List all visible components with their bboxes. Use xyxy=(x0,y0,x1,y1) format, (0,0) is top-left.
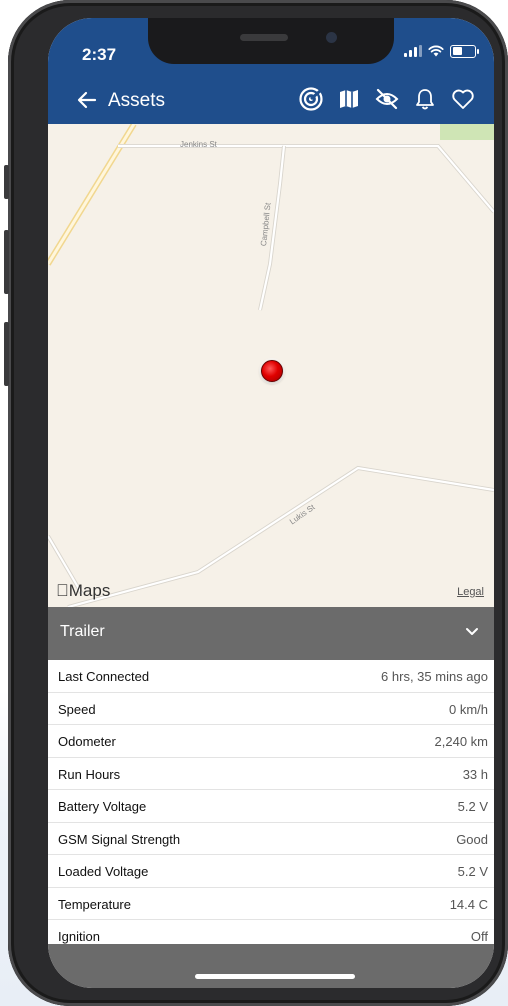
chevron-down-icon[interactable] xyxy=(464,623,480,639)
detail-label: Run Hours xyxy=(58,766,121,782)
map-view[interactable]: Jenkins St Campbell St Lukis St Maps Le… xyxy=(48,124,494,607)
app-header: 2:37 Assets xyxy=(48,18,494,124)
volume-up-button xyxy=(4,230,9,294)
detail-value: 33 h xyxy=(462,766,488,782)
detail-value: Good xyxy=(456,831,488,847)
detail-label: Odometer xyxy=(58,734,116,749)
detail-value: 14.4 C xyxy=(449,896,488,912)
status-icons xyxy=(404,43,479,59)
detail-row-loaded-voltage: Loaded Voltage 5.2 V xyxy=(48,855,494,888)
maps-logo-text: Maps xyxy=(56,581,111,600)
bell-icon[interactable] xyxy=(412,86,438,112)
detail-value: 6 hrs, 35 mins ago xyxy=(381,669,488,684)
detail-label: Last Connected xyxy=(58,669,150,684)
phone-screen: 2:37 Assets Jenkins St Campbell St Lukis… xyxy=(48,18,494,988)
apple-logo-icon:  xyxy=(56,581,69,600)
wifi-icon xyxy=(428,45,444,57)
asset-location-pin[interactable] xyxy=(261,360,283,382)
detail-value: 2,240 km xyxy=(434,734,488,749)
detail-label: Temperature xyxy=(58,896,131,912)
status-time: 2:37 xyxy=(82,45,117,64)
camera xyxy=(326,32,337,43)
detail-label: GSM Signal Strength xyxy=(58,831,181,847)
radar-icon[interactable] xyxy=(298,86,324,112)
volume-down-button xyxy=(4,322,9,386)
detail-label: Loaded Voltage xyxy=(58,864,149,879)
detail-label: Battery Voltage xyxy=(58,799,147,814)
bottom-bar xyxy=(48,944,494,988)
detail-value: 5.2 V xyxy=(457,799,488,814)
detail-row-temperature: Temperature 14.4 C xyxy=(48,888,494,920)
heart-icon[interactable] xyxy=(450,86,476,112)
back-label[interactable]: Assets xyxy=(108,90,165,112)
battery-icon xyxy=(450,44,479,58)
detail-row-battery-voltage: Battery Voltage 5.2 V xyxy=(48,790,494,823)
notch xyxy=(148,18,394,64)
legal-link[interactable]: Legal xyxy=(457,586,484,598)
detail-value: 0 km/h xyxy=(448,701,488,717)
detail-value: Off xyxy=(470,929,488,944)
detail-value: 5.2 V xyxy=(457,864,488,879)
asset-panel-header[interactable]: Trailer xyxy=(48,607,494,660)
detail-row-gsm-signal: GSM Signal Strength Good xyxy=(48,823,494,855)
nav-bar: Assets xyxy=(48,82,494,120)
speaker xyxy=(240,34,288,41)
maps-logo: Maps xyxy=(56,581,110,601)
detail-row-last-connected: Last Connected 6 hrs, 35 mins ago xyxy=(48,660,494,693)
asset-details-list: Last Connected 6 hrs, 35 mins ago Speed … xyxy=(48,660,494,952)
asset-name: Trailer xyxy=(60,623,105,640)
street-label-jenkins: Jenkins St xyxy=(180,140,217,149)
eye-off-icon[interactable] xyxy=(374,86,400,112)
detail-label: Speed xyxy=(58,701,96,717)
nav-actions xyxy=(298,86,476,112)
mute-switch xyxy=(4,165,9,199)
map-icon[interactable] xyxy=(336,86,362,112)
detail-label: Ignition xyxy=(58,929,100,944)
detail-row-run-hours: Run Hours 33 h xyxy=(48,758,494,790)
detail-row-speed: Speed 0 km/h xyxy=(48,693,494,725)
home-indicator[interactable] xyxy=(195,974,355,979)
back-arrow-icon[interactable] xyxy=(76,89,98,111)
detail-row-odometer: Odometer 2,240 km xyxy=(48,725,494,758)
signal-icon xyxy=(404,45,422,57)
